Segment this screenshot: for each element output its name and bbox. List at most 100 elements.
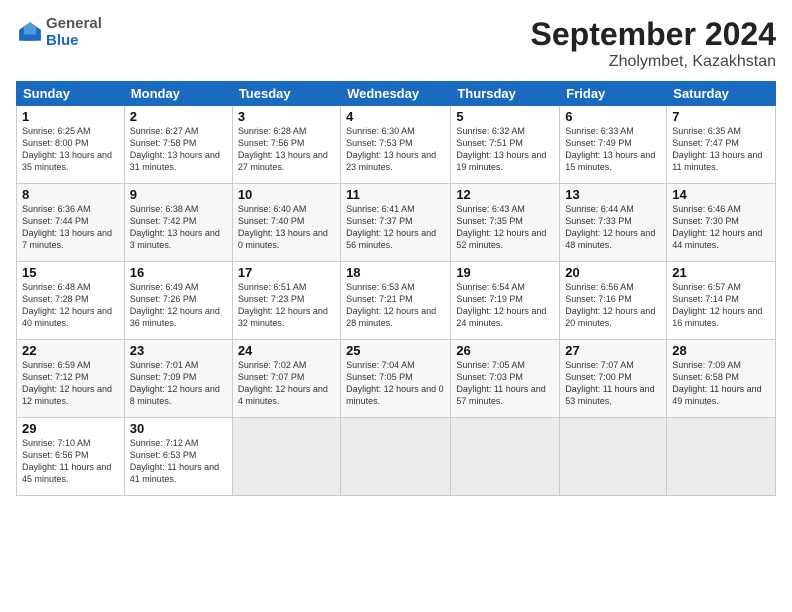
cell-info: Sunrise: 6:40 AM Sunset: 7:40 PM Dayligh… bbox=[238, 203, 335, 252]
cell-info: Sunrise: 6:49 AM Sunset: 7:26 PM Dayligh… bbox=[130, 281, 227, 330]
cell-info: Sunrise: 7:02 AM Sunset: 7:07 PM Dayligh… bbox=[238, 359, 335, 408]
table-cell: 5 Sunrise: 6:32 AM Sunset: 7:51 PM Dayli… bbox=[451, 106, 560, 184]
cell-info: Sunrise: 7:07 AM Sunset: 7:00 PM Dayligh… bbox=[565, 359, 661, 408]
table-cell: 12 Sunrise: 6:43 AM Sunset: 7:35 PM Dayl… bbox=[451, 184, 560, 262]
table-cell: 7 Sunrise: 6:35 AM Sunset: 7:47 PM Dayli… bbox=[667, 106, 776, 184]
cell-info: Sunrise: 6:36 AM Sunset: 7:44 PM Dayligh… bbox=[22, 203, 119, 252]
cell-day: 3 bbox=[238, 109, 335, 124]
cell-info: Sunrise: 6:41 AM Sunset: 7:37 PM Dayligh… bbox=[346, 203, 445, 252]
header-saturday: Saturday bbox=[667, 82, 776, 106]
header-tuesday: Tuesday bbox=[232, 82, 340, 106]
cell-info: Sunrise: 7:12 AM Sunset: 6:53 PM Dayligh… bbox=[130, 437, 227, 486]
table-cell: 20 Sunrise: 6:56 AM Sunset: 7:16 PM Dayl… bbox=[560, 262, 667, 340]
cell-day: 1 bbox=[22, 109, 119, 124]
table-cell: 28 Sunrise: 7:09 AM Sunset: 6:58 PM Dayl… bbox=[667, 340, 776, 418]
cell-day: 15 bbox=[22, 265, 119, 280]
logo-blue: Blue bbox=[46, 32, 79, 49]
header: General Blue September 2024 Zholymbet, K… bbox=[16, 16, 776, 71]
table-cell: 23 Sunrise: 7:01 AM Sunset: 7:09 PM Dayl… bbox=[124, 340, 232, 418]
cell-day: 25 bbox=[346, 343, 445, 358]
cell-day: 6 bbox=[565, 109, 661, 124]
cell-info: Sunrise: 6:35 AM Sunset: 7:47 PM Dayligh… bbox=[672, 125, 770, 174]
logo: General Blue bbox=[16, 16, 102, 49]
cell-info: Sunrise: 6:48 AM Sunset: 7:28 PM Dayligh… bbox=[22, 281, 119, 330]
table-cell: 15 Sunrise: 6:48 AM Sunset: 7:28 PM Dayl… bbox=[17, 262, 125, 340]
cell-info: Sunrise: 7:04 AM Sunset: 7:05 PM Dayligh… bbox=[346, 359, 445, 408]
cell-day: 13 bbox=[565, 187, 661, 202]
calendar-title: September 2024 bbox=[531, 16, 776, 53]
cell-day: 29 bbox=[22, 421, 119, 436]
cell-info: Sunrise: 6:27 AM Sunset: 7:58 PM Dayligh… bbox=[130, 125, 227, 174]
cell-info: Sunrise: 6:51 AM Sunset: 7:23 PM Dayligh… bbox=[238, 281, 335, 330]
cell-day: 10 bbox=[238, 187, 335, 202]
table-cell: 21 Sunrise: 6:57 AM Sunset: 7:14 PM Dayl… bbox=[667, 262, 776, 340]
table-cell: 14 Sunrise: 6:46 AM Sunset: 7:30 PM Dayl… bbox=[667, 184, 776, 262]
table-cell: 1 Sunrise: 6:25 AM Sunset: 8:00 PM Dayli… bbox=[17, 106, 125, 184]
title-block: September 2024 Zholymbet, Kazakhstan bbox=[531, 16, 776, 71]
table-cell: 6 Sunrise: 6:33 AM Sunset: 7:49 PM Dayli… bbox=[560, 106, 667, 184]
header-thursday: Thursday bbox=[451, 82, 560, 106]
table-cell bbox=[560, 418, 667, 496]
cell-info: Sunrise: 6:59 AM Sunset: 7:12 PM Dayligh… bbox=[22, 359, 119, 408]
cell-day: 17 bbox=[238, 265, 335, 280]
table-cell: 18 Sunrise: 6:53 AM Sunset: 7:21 PM Dayl… bbox=[341, 262, 451, 340]
cell-day: 2 bbox=[130, 109, 227, 124]
logo-general: General bbox=[46, 15, 102, 32]
cell-day: 24 bbox=[238, 343, 335, 358]
calendar-header-row: Sunday Monday Tuesday Wednesday Thursday… bbox=[17, 82, 776, 106]
header-friday: Friday bbox=[560, 82, 667, 106]
cell-info: Sunrise: 6:28 AM Sunset: 7:56 PM Dayligh… bbox=[238, 125, 335, 174]
cell-info: Sunrise: 7:05 AM Sunset: 7:03 PM Dayligh… bbox=[456, 359, 554, 408]
cell-info: Sunrise: 7:01 AM Sunset: 7:09 PM Dayligh… bbox=[130, 359, 227, 408]
cell-info: Sunrise: 6:30 AM Sunset: 7:53 PM Dayligh… bbox=[346, 125, 445, 174]
week-row-4: 22 Sunrise: 6:59 AM Sunset: 7:12 PM Dayl… bbox=[17, 340, 776, 418]
cell-info: Sunrise: 6:53 AM Sunset: 7:21 PM Dayligh… bbox=[346, 281, 445, 330]
cell-day: 9 bbox=[130, 187, 227, 202]
cell-day: 20 bbox=[565, 265, 661, 280]
week-row-2: 8 Sunrise: 6:36 AM Sunset: 7:44 PM Dayli… bbox=[17, 184, 776, 262]
cell-day: 16 bbox=[130, 265, 227, 280]
table-cell: 22 Sunrise: 6:59 AM Sunset: 7:12 PM Dayl… bbox=[17, 340, 125, 418]
table-cell bbox=[667, 418, 776, 496]
table-cell: 16 Sunrise: 6:49 AM Sunset: 7:26 PM Dayl… bbox=[124, 262, 232, 340]
week-row-1: 1 Sunrise: 6:25 AM Sunset: 8:00 PM Dayli… bbox=[17, 106, 776, 184]
table-cell bbox=[232, 418, 340, 496]
cell-info: Sunrise: 6:44 AM Sunset: 7:33 PM Dayligh… bbox=[565, 203, 661, 252]
cell-day: 22 bbox=[22, 343, 119, 358]
cell-day: 26 bbox=[456, 343, 554, 358]
table-cell: 2 Sunrise: 6:27 AM Sunset: 7:58 PM Dayli… bbox=[124, 106, 232, 184]
week-row-5: 29 Sunrise: 7:10 AM Sunset: 6:56 PM Dayl… bbox=[17, 418, 776, 496]
table-cell: 11 Sunrise: 6:41 AM Sunset: 7:37 PM Dayl… bbox=[341, 184, 451, 262]
table-cell: 24 Sunrise: 7:02 AM Sunset: 7:07 PM Dayl… bbox=[232, 340, 340, 418]
table-cell: 27 Sunrise: 7:07 AM Sunset: 7:00 PM Dayl… bbox=[560, 340, 667, 418]
cell-info: Sunrise: 7:09 AM Sunset: 6:58 PM Dayligh… bbox=[672, 359, 770, 408]
table-cell bbox=[341, 418, 451, 496]
table-cell: 19 Sunrise: 6:54 AM Sunset: 7:19 PM Dayl… bbox=[451, 262, 560, 340]
table-cell: 17 Sunrise: 6:51 AM Sunset: 7:23 PM Dayl… bbox=[232, 262, 340, 340]
table-cell: 26 Sunrise: 7:05 AM Sunset: 7:03 PM Dayl… bbox=[451, 340, 560, 418]
cell-info: Sunrise: 6:38 AM Sunset: 7:42 PM Dayligh… bbox=[130, 203, 227, 252]
cell-day: 28 bbox=[672, 343, 770, 358]
cell-info: Sunrise: 6:46 AM Sunset: 7:30 PM Dayligh… bbox=[672, 203, 770, 252]
cell-info: Sunrise: 6:43 AM Sunset: 7:35 PM Dayligh… bbox=[456, 203, 554, 252]
calendar-table: Sunday Monday Tuesday Wednesday Thursday… bbox=[16, 81, 776, 496]
cell-info: Sunrise: 7:10 AM Sunset: 6:56 PM Dayligh… bbox=[22, 437, 119, 486]
cell-day: 18 bbox=[346, 265, 445, 280]
table-cell: 3 Sunrise: 6:28 AM Sunset: 7:56 PM Dayli… bbox=[232, 106, 340, 184]
calendar-subtitle: Zholymbet, Kazakhstan bbox=[531, 53, 776, 71]
cell-day: 21 bbox=[672, 265, 770, 280]
page: General Blue September 2024 Zholymbet, K… bbox=[0, 0, 792, 612]
header-sunday: Sunday bbox=[17, 82, 125, 106]
cell-day: 11 bbox=[346, 187, 445, 202]
cell-info: Sunrise: 6:33 AM Sunset: 7:49 PM Dayligh… bbox=[565, 125, 661, 174]
cell-day: 14 bbox=[672, 187, 770, 202]
cell-day: 12 bbox=[456, 187, 554, 202]
cell-info: Sunrise: 6:32 AM Sunset: 7:51 PM Dayligh… bbox=[456, 125, 554, 174]
cell-day: 23 bbox=[130, 343, 227, 358]
week-row-3: 15 Sunrise: 6:48 AM Sunset: 7:28 PM Dayl… bbox=[17, 262, 776, 340]
cell-day: 7 bbox=[672, 109, 770, 124]
cell-info: Sunrise: 6:25 AM Sunset: 8:00 PM Dayligh… bbox=[22, 125, 119, 174]
table-cell: 8 Sunrise: 6:36 AM Sunset: 7:44 PM Dayli… bbox=[17, 184, 125, 262]
cell-day: 5 bbox=[456, 109, 554, 124]
header-monday: Monday bbox=[124, 82, 232, 106]
